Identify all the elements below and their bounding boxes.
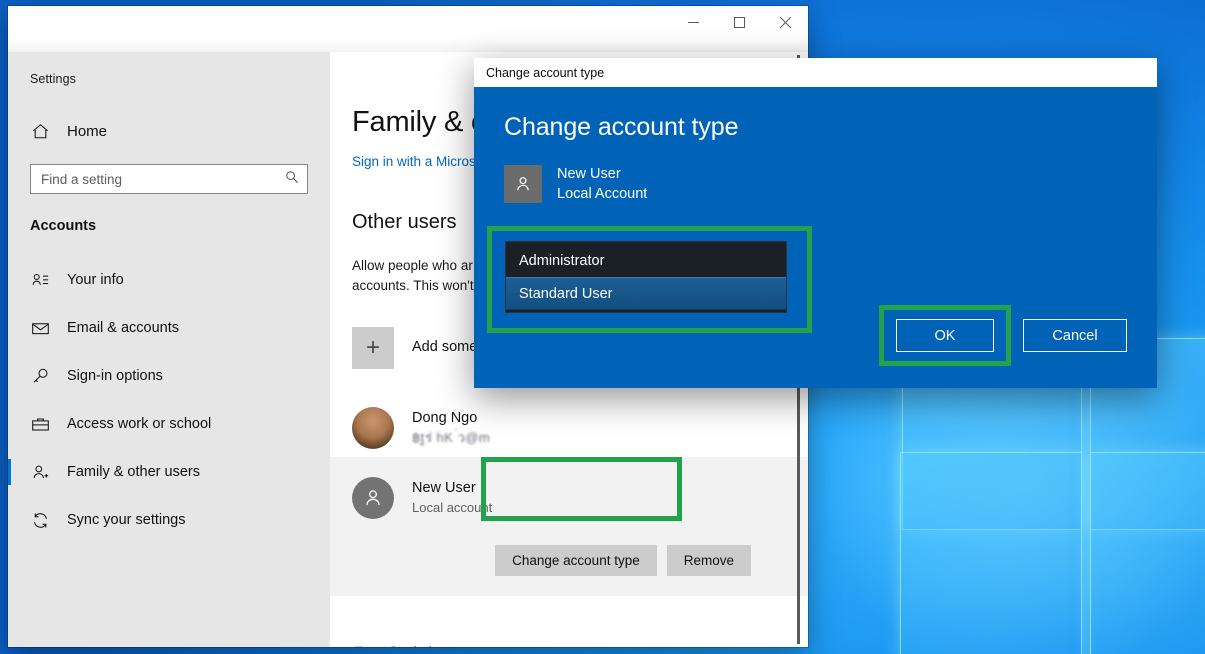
search-box[interactable] xyxy=(30,164,308,194)
sidebar-item-label: Email & accounts xyxy=(67,320,180,336)
window-title-bar xyxy=(8,6,808,52)
dialog-body: Change account type New User Local Accou… xyxy=(474,87,1157,388)
sidebar-item-access-work-school[interactable]: Access work or school xyxy=(8,400,330,448)
person-icon xyxy=(504,165,542,204)
change-account-type-dialog: Change account type Change account type … xyxy=(474,58,1157,388)
user-name: Dong Ngo xyxy=(412,409,478,426)
highlight-ok-button: OK xyxy=(879,305,1011,366)
account-actions: Change account type Remove xyxy=(352,527,786,596)
wallpaper-pane-bottom-right xyxy=(1090,452,1205,654)
get-help-link[interactable]: Get help xyxy=(388,644,439,647)
dialog-user-row: New User Local Account xyxy=(504,164,1127,205)
avatar xyxy=(352,406,394,449)
sidebar-item-family-other-users[interactable]: Family & other users xyxy=(8,448,330,496)
home-icon xyxy=(30,121,50,141)
sidebar-item-label: Sign-in options xyxy=(67,368,163,384)
help-chat-icon: ? xyxy=(352,642,372,647)
sidebar-item-label-home: Home xyxy=(67,122,108,140)
app-title: Settings xyxy=(30,72,76,86)
dialog-buttons: OK Cancel xyxy=(879,305,1127,366)
key-icon xyxy=(30,366,50,386)
briefcase-icon xyxy=(30,414,50,434)
plus-icon: + xyxy=(352,326,394,369)
remove-button[interactable]: Remove xyxy=(666,544,751,576)
dialog-heading: Change account type xyxy=(504,113,739,141)
footer-links: ? Get help Give feedback xyxy=(352,642,808,647)
maximize-icon[interactable] xyxy=(716,6,762,38)
sidebar-item-home[interactable]: Home xyxy=(8,112,330,150)
dialog-user-name: New User xyxy=(557,166,621,182)
dialog-user-account-type: Local Account xyxy=(557,186,648,203)
sidebar-item-label: Access work or school xyxy=(67,416,212,432)
dialog-title-text: Change account type xyxy=(486,65,605,80)
wallpaper-pane-bottom-left xyxy=(900,452,1082,654)
sidebar-item-label: Sync your settings xyxy=(67,512,186,528)
user-account-type: Local account xyxy=(412,499,493,515)
user-info-icon xyxy=(30,270,50,290)
account-type-dropdown-list[interactable]: Administrator Standard User xyxy=(505,241,787,313)
cancel-button[interactable]: Cancel xyxy=(1023,319,1127,352)
ok-button[interactable]: OK xyxy=(896,319,994,352)
search-input[interactable] xyxy=(41,171,285,187)
sync-icon xyxy=(30,510,50,530)
sidebar-nav-list: Your info Email & accounts Sign-in optio… xyxy=(8,256,330,544)
get-help-row[interactable]: ? Get help xyxy=(352,642,808,647)
sidebar-item-label: Family & other users xyxy=(67,464,200,480)
selected-user-block: New User Local account Change account ty… xyxy=(330,456,808,596)
sidebar-item-your-info[interactable]: Your info xyxy=(8,256,330,304)
microsoft-account-link[interactable]: Sign in with a Micros xyxy=(352,154,476,169)
sidebar-section-heading: Accounts xyxy=(30,218,97,234)
dropdown-option-standard-user[interactable]: Standard User xyxy=(506,277,786,310)
sidebar-item-sign-in-options[interactable]: Sign-in options xyxy=(8,352,330,400)
sidebar-item-sync-your-settings[interactable]: Sync your settings xyxy=(8,496,330,544)
list-item-user-selected[interactable]: New User Local account xyxy=(352,469,786,527)
user-add-icon xyxy=(30,462,50,482)
avatar xyxy=(352,476,394,519)
dialog-title-bar: Change account type xyxy=(474,58,1157,87)
search-icon xyxy=(285,170,299,189)
dropdown-option-administrator[interactable]: Administrator xyxy=(506,244,786,277)
minimize-icon[interactable] xyxy=(670,6,716,38)
sidebar-item-email-accounts[interactable]: Email & accounts xyxy=(8,304,330,352)
change-account-type-button[interactable]: Change account type xyxy=(495,544,657,576)
close-icon[interactable] xyxy=(762,6,808,38)
list-item-user[interactable]: Dong Ngo ฿tูร่ hK ่ว@m xyxy=(352,399,808,457)
sidebar: Settings Home Accounts xyxy=(8,52,330,647)
sidebar-item-label: Your info xyxy=(67,272,124,288)
mail-icon xyxy=(30,318,50,338)
user-email: ฿tูร่ hK ่ว@m xyxy=(412,429,491,445)
user-name: New User xyxy=(412,479,476,496)
